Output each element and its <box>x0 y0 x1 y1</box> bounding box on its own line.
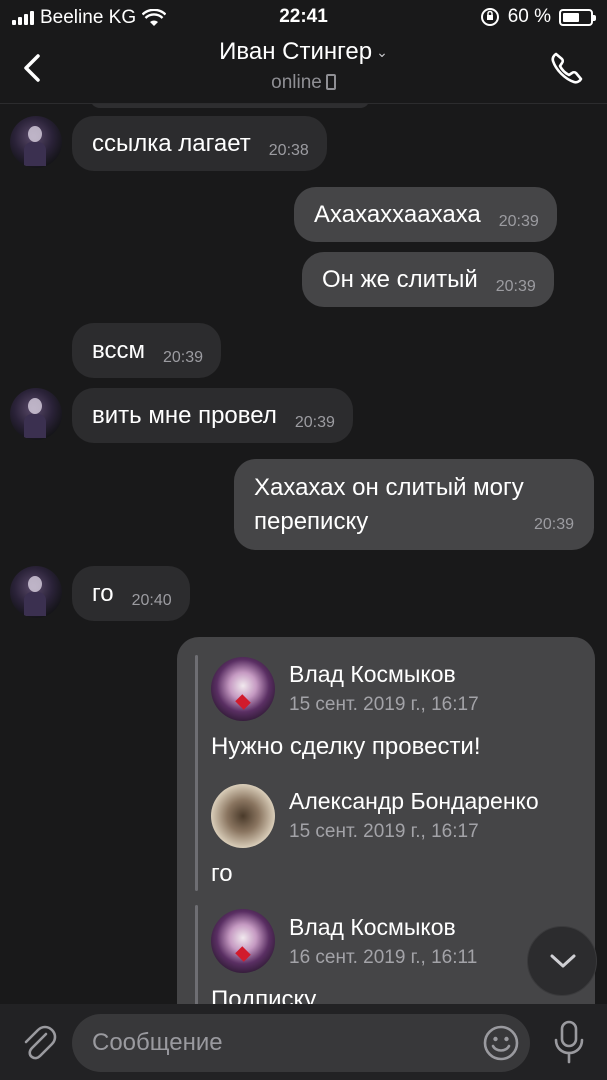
mobile-device-icon <box>325 74 336 90</box>
forward-date: 15 сент. 2019 г., 16:17 <box>289 821 479 842</box>
scroll-to-bottom-button[interactable] <box>527 926 597 996</box>
chat-header: Иван Стингер ⌄ online <box>0 34 607 104</box>
message-bubble[interactable]: ссылка лагает 20:38 <box>72 116 327 171</box>
message-text: вссм <box>92 337 145 364</box>
forward-quote-bar <box>195 905 198 1004</box>
message-bubble[interactable]: Ахахаххаахаха 20:39 <box>294 187 557 242</box>
forward-quote-bar <box>195 779 198 891</box>
message-text: ссылка лагает <box>92 130 251 157</box>
battery-level <box>563 12 579 22</box>
previous-message-edge <box>90 104 370 108</box>
message-time: 20:39 <box>533 516 574 533</box>
forward-text: Нужно сделку провести! <box>211 733 481 760</box>
forward-quote-bar <box>195 655 198 781</box>
online-status: online <box>271 72 322 93</box>
forward-text: Подписку <box>211 986 317 1004</box>
contact-avatar[interactable] <box>10 388 62 440</box>
microphone-icon[interactable] <box>551 1018 587 1066</box>
message-time: 20:39 <box>495 278 536 295</box>
forward-text: го <box>211 860 233 887</box>
message-time: 20:39 <box>294 414 335 431</box>
message-text: Он же слитый <box>322 266 478 293</box>
message-bubble[interactable]: го 20:40 <box>72 566 190 621</box>
chevron-down-icon <box>550 954 576 968</box>
message-bubble[interactable]: вить мне провел 20:39 <box>72 388 353 443</box>
message-text: Ахахаххаахаха <box>314 201 481 228</box>
contact-avatar[interactable] <box>10 116 62 168</box>
status-bar: Beeline KG 22:41 60 % <box>0 0 607 34</box>
message-time: 20:38 <box>268 142 309 159</box>
message-text: Хахахах он слитый могу переписку <box>254 474 524 535</box>
message-list[interactable]: ссылка лагает 20:38 Ахахаххаахаха 20:39 Он… <box>0 104 607 1004</box>
message-text: вить мне провел <box>92 402 277 429</box>
author-avatar[interactable] <box>211 784 275 848</box>
message-time: 20:39 <box>162 349 204 366</box>
contact-avatar[interactable] <box>10 566 62 618</box>
forward-date: 16 сент. 2019 г., 16:11 <box>289 947 478 968</box>
message-input[interactable] <box>92 1014 472 1072</box>
message-text: го <box>92 580 114 607</box>
phone-call-icon[interactable] <box>547 48 587 88</box>
author-avatar[interactable] <box>211 909 275 973</box>
paperclip-icon[interactable] <box>18 1020 58 1064</box>
message-bubble[interactable]: Он же слитый 20:39 <box>302 252 554 307</box>
battery-icon <box>559 8 596 26</box>
contact-title[interactable]: Иван Стингер ⌄ online <box>0 38 607 94</box>
emoji-icon[interactable] <box>482 1024 520 1062</box>
forward-author[interactable]: Александр Бондаренко <box>289 788 539 815</box>
message-time: 20:40 <box>131 592 172 609</box>
message-field[interactable] <box>72 1014 530 1072</box>
composer-bar <box>0 1004 607 1080</box>
message-bubble[interactable]: вссм 20:39 <box>72 323 222 378</box>
battery-percent: 60 % <box>507 6 551 27</box>
message-time: 20:39 <box>498 213 539 230</box>
chevron-down-icon[interactable]: ⌄ <box>376 44 388 61</box>
contact-name[interactable]: Иван Стингер <box>219 38 372 65</box>
forward-author[interactable]: Влад Космыков <box>289 661 456 688</box>
forward-author[interactable]: Влад Космыков <box>289 914 456 941</box>
message-bubble[interactable]: Хахахах он слитый могу переписку 20:39 <box>234 459 594 550</box>
author-avatar[interactable] <box>211 657 275 721</box>
orientation-lock-icon <box>480 8 499 26</box>
forward-date: 15 сент. 2019 г., 16:17 <box>289 694 479 715</box>
